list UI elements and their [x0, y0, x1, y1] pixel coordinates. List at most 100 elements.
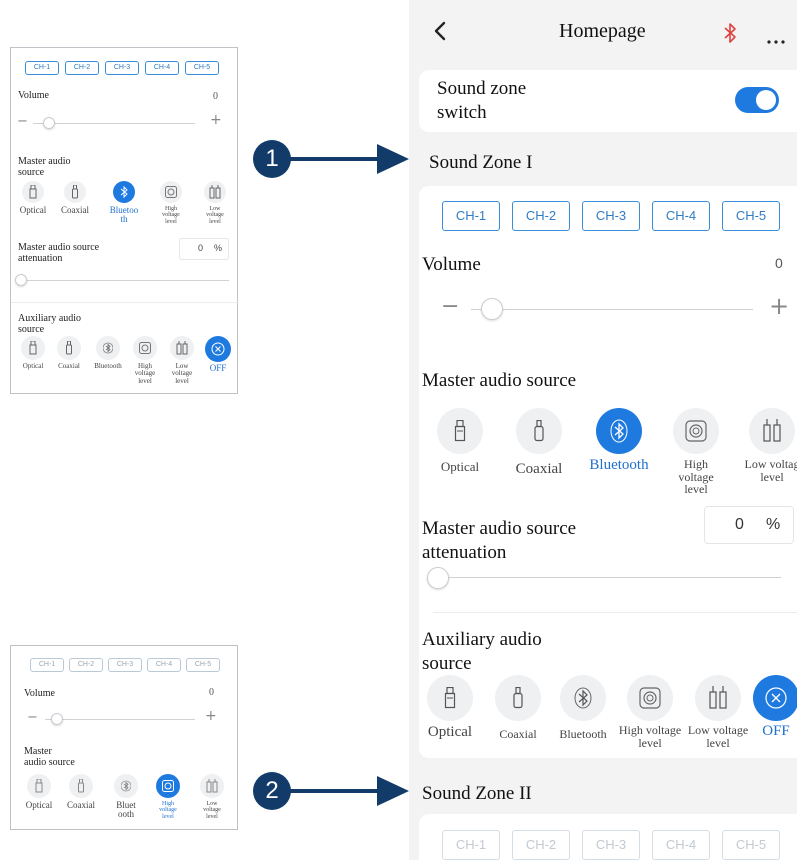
volume-increase-button[interactable]: + [205, 708, 217, 724]
source-optical[interactable]: Optical [15, 181, 51, 215]
attenuation-input[interactable]: 0 % [704, 506, 794, 544]
attenuation-slider-knob[interactable] [427, 567, 449, 589]
optical-icon [437, 408, 483, 454]
aux-coaxial[interactable]: Coaxial [51, 336, 87, 370]
aux-low-voltage[interactable]: Low voltage level [164, 336, 200, 385]
volume-slider-knob[interactable] [43, 117, 55, 129]
optical-icon [27, 774, 51, 798]
tab-ch3[interactable]: CH-3 [582, 830, 640, 860]
close-icon [205, 336, 231, 362]
close-icon [753, 675, 797, 721]
back-icon[interactable] [433, 20, 447, 47]
aux-source-label: Auxiliary audio source [18, 313, 82, 335]
tab-ch4[interactable]: CH-4 [652, 201, 710, 231]
step-badge-1: 1 [253, 140, 291, 178]
source-optical[interactable]: Optical [425, 408, 495, 474]
volume-decrease-button[interactable]: − [441, 294, 459, 319]
volume-increase-button[interactable]: + [210, 112, 222, 128]
tab-ch3[interactable]: CH-3 [108, 658, 142, 672]
aux-low-voltage[interactable]: Low voltage level [683, 675, 753, 749]
source-high-voltage[interactable]: High voltage level [661, 408, 731, 496]
aux-high-voltage[interactable]: High voltage level [127, 336, 163, 385]
source-coaxial[interactable]: Coaxial [62, 774, 100, 810]
channel-tabs: CH-1 CH-2 CH-3 CH-4 CH-5 [25, 61, 219, 75]
source-coaxial[interactable]: Coaxial [504, 408, 574, 478]
sound-zone-toggle[interactable] [735, 87, 779, 113]
bluetooth-icon [114, 774, 138, 798]
speaker-icon [160, 181, 182, 203]
speaker-icon [156, 774, 180, 798]
volume-value: 0 [213, 91, 218, 102]
phone-screen: Homepage Sound zone switch Sound Zone I C… [409, 0, 797, 860]
tab-ch2[interactable]: CH-2 [69, 658, 103, 672]
aux-coaxial[interactable]: Coaxial [490, 675, 546, 741]
zone1-title: Sound Zone I [429, 152, 533, 173]
small-panel-zone2: CH-1 CH-2 CH-3 CH-4 CH-5 Volume 0 − + Ma… [10, 645, 238, 830]
attenuation-input[interactable]: 0 % [179, 238, 229, 260]
source-bluetooth[interactable]: Bluetooth [107, 774, 145, 820]
tab-ch1[interactable]: CH-1 [25, 61, 59, 75]
tab-ch1[interactable]: CH-1 [442, 830, 500, 860]
tab-ch1[interactable]: CH-1 [30, 658, 64, 672]
small-panel-zone1: CH-1 CH-2 CH-3 CH-4 CH-5 Volume 0 − + Ma… [10, 47, 239, 394]
tab-ch5[interactable]: CH-5 [186, 658, 220, 672]
source-bluetooth[interactable]: Bluetooth [576, 408, 662, 474]
aux-optical[interactable]: Optical [15, 336, 51, 370]
source-low-voltage[interactable]: Low voltage level [193, 774, 231, 820]
tab-ch5[interactable]: CH-5 [722, 830, 780, 860]
source-low-voltage[interactable]: Low voltage level [197, 181, 233, 225]
source-high-voltage[interactable]: High voltage level [149, 774, 187, 820]
aux-bluetooth[interactable]: Bluetooth [551, 675, 615, 741]
source-coaxial[interactable]: Coaxial [57, 181, 93, 215]
volume-increase-button[interactable]: + [769, 292, 789, 320]
attenuation-slider-track[interactable] [19, 280, 229, 281]
tab-ch5[interactable]: CH-5 [722, 201, 780, 231]
attenuation-slider-track[interactable] [435, 577, 781, 578]
arrow-2-line [288, 789, 384, 793]
tab-ch4[interactable]: CH-4 [652, 830, 710, 860]
zone2-title: Sound Zone II [422, 783, 532, 804]
volume-label: Volume [18, 90, 49, 101]
tab-ch3[interactable]: CH-3 [105, 61, 139, 75]
tab-ch2[interactable]: CH-2 [65, 61, 99, 75]
tab-ch2[interactable]: CH-2 [512, 830, 570, 860]
volume-slider-track[interactable] [471, 309, 753, 310]
volume-slider-track[interactable] [45, 719, 195, 720]
master-source-label: Master audio source [24, 746, 75, 768]
coaxial-icon [516, 408, 562, 454]
aux-optical[interactable]: Optical [422, 675, 478, 741]
volume-decrease-button[interactable]: − [27, 710, 38, 725]
source-low-voltage[interactable]: Low voltag level [737, 408, 797, 483]
attenuation-label: Master audio source attenuation [18, 242, 100, 264]
source-high-voltage[interactable]: High voltage level [153, 181, 189, 225]
arrow-1-head [377, 144, 409, 174]
channel-tabs: CH-1 CH-2 CH-3 CH-4 CH-5 [442, 201, 780, 231]
volume-slider-track[interactable] [33, 123, 195, 124]
volume-slider-knob[interactable] [51, 713, 63, 725]
divider [433, 612, 797, 613]
aux-bluetooth[interactable]: Bluetooth [90, 336, 126, 370]
tab-ch4[interactable]: CH-4 [145, 61, 179, 75]
sound-zone-switch-label: Sound zone switch [437, 78, 527, 123]
aux-off[interactable]: OFF [751, 675, 797, 740]
tab-ch4[interactable]: CH-4 [147, 658, 181, 672]
source-bluetooth[interactable]: Bluetooth [106, 181, 142, 225]
tab-ch2[interactable]: CH-2 [512, 201, 570, 231]
bluetooth-status-icon[interactable] [723, 22, 737, 49]
tab-ch1[interactable]: CH-1 [442, 201, 500, 231]
coaxial-icon [495, 675, 541, 721]
coaxial-icon [69, 774, 93, 798]
more-icon[interactable] [767, 31, 785, 49]
header: Homepage [409, 0, 797, 62]
source-optical[interactable]: Optical [20, 774, 58, 810]
volume-decrease-button[interactable]: − [17, 114, 28, 129]
attenuation-slider-knob[interactable] [15, 274, 27, 286]
tab-ch3[interactable]: CH-3 [582, 201, 640, 231]
volume-slider-knob[interactable] [481, 298, 503, 320]
bluetooth-icon [96, 336, 120, 360]
rca-icon [749, 408, 795, 454]
aux-high-voltage[interactable]: High voltage level [615, 675, 685, 749]
tab-ch5[interactable]: CH-5 [185, 61, 219, 75]
optical-icon [427, 675, 473, 721]
aux-off[interactable]: OFF [200, 336, 236, 373]
